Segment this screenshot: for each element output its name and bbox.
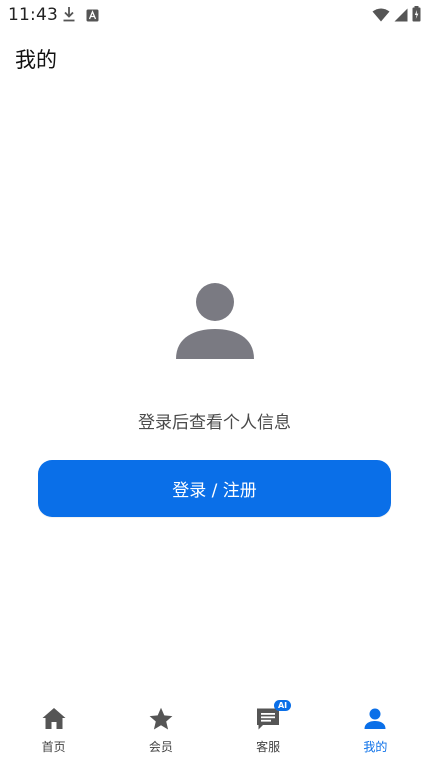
status-left-icons	[62, 6, 99, 26]
status-time: 11:43	[8, 5, 58, 25]
battery-icon	[412, 6, 421, 26]
bottom-nav: 首页 会员 AI 客服 我的	[0, 696, 429, 762]
home-icon	[41, 706, 67, 732]
star-icon	[148, 706, 174, 732]
nav-item-home[interactable]: 首页	[0, 696, 107, 762]
download-icon	[62, 6, 76, 26]
person-icon	[175, 282, 255, 362]
text-a-icon	[86, 7, 99, 26]
login-register-button[interactable]: 登录 / 注册	[38, 460, 391, 517]
nav-label-home: 首页	[41, 740, 66, 754]
chat-icon: AI	[255, 700, 292, 732]
wifi-icon	[372, 7, 390, 26]
nav-label-customer-service: 客服	[256, 740, 281, 754]
page-title: 我的	[15, 48, 57, 72]
status-bar: 11:43	[0, 0, 429, 30]
nav-item-membership[interactable]: 会员	[107, 696, 214, 762]
ai-badge: AI	[273, 700, 292, 711]
person-icon	[362, 706, 388, 732]
login-register-button-label: 登录 / 注册	[172, 481, 257, 501]
nav-item-me[interactable]: 我的	[322, 696, 429, 762]
nav-label-membership: 会员	[148, 740, 173, 754]
nav-label-me: 我的	[363, 740, 388, 754]
status-right-icons	[372, 6, 421, 26]
login-hint-text: 登录后查看个人信息	[138, 413, 291, 433]
cellular-signal-icon	[394, 7, 408, 26]
nav-item-customer-service[interactable]: AI 客服	[215, 696, 322, 762]
